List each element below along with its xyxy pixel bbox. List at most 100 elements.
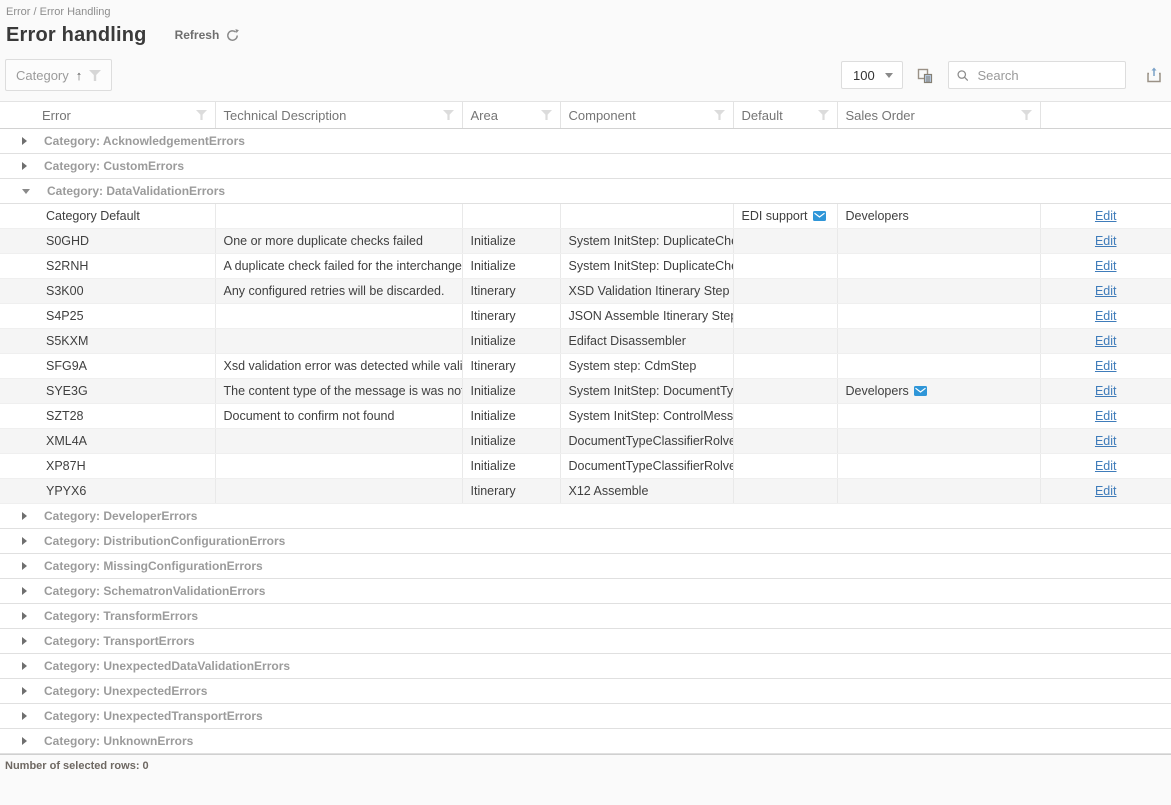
area-cell-text: Itinerary bbox=[471, 309, 516, 323]
sales-order-cell: Developers bbox=[837, 379, 1040, 404]
edit-link[interactable]: Edit bbox=[1095, 234, 1117, 248]
column-chooser-button[interactable] bbox=[914, 64, 937, 87]
sales-order-cell: Developers bbox=[837, 204, 1040, 229]
error-row[interactable]: YPYX6ItineraryX12 AssembleEdit bbox=[0, 479, 1171, 504]
edit-link[interactable]: Edit bbox=[1095, 384, 1117, 398]
column-header-area[interactable]: Area bbox=[462, 102, 560, 129]
error-row[interactable]: SFG9AXsd validation error was detected w… bbox=[0, 354, 1171, 379]
edit-link[interactable]: Edit bbox=[1095, 284, 1117, 298]
error-row[interactable]: SZT28Document to confirm not foundInitia… bbox=[0, 404, 1171, 429]
edit-link[interactable]: Edit bbox=[1095, 259, 1117, 273]
edit-cell: Edit bbox=[1040, 379, 1171, 404]
category-group-row[interactable]: Category: UnknownErrors bbox=[0, 729, 1171, 754]
filter-icon[interactable] bbox=[196, 110, 207, 120]
expand-arrow-icon[interactable] bbox=[22, 587, 27, 595]
error-row[interactable]: XP87HInitializeDocumentTypeClassifierRol… bbox=[0, 454, 1171, 479]
expand-arrow-icon[interactable] bbox=[22, 137, 27, 145]
sales-order-cell bbox=[837, 354, 1040, 379]
expand-arrow-icon[interactable] bbox=[22, 637, 27, 645]
edit-link[interactable]: Edit bbox=[1095, 484, 1117, 498]
filter-icon[interactable] bbox=[1021, 110, 1032, 120]
component-cell-text: System InitStep: DocumentTypeC... bbox=[569, 384, 734, 398]
area-cell-text: Initialize bbox=[471, 259, 516, 273]
filter-icon[interactable] bbox=[541, 110, 552, 120]
category-group-row[interactable]: Category: DataValidationErrors bbox=[0, 179, 1171, 204]
sales-order-cell bbox=[837, 229, 1040, 254]
category-group-row[interactable]: Category: TransportErrors bbox=[0, 629, 1171, 654]
column-header-technical-description[interactable]: Technical Description bbox=[215, 102, 462, 129]
expand-arrow-icon[interactable] bbox=[22, 612, 27, 620]
search-input[interactable] bbox=[975, 67, 1117, 84]
category-group-row[interactable]: Category: UnexpectedDataValidationErrors bbox=[0, 654, 1171, 679]
category-group-label: Category: UnexpectedErrors bbox=[44, 684, 207, 698]
collapse-arrow-icon[interactable] bbox=[22, 189, 30, 194]
error-row[interactable]: SYE3GThe content type of the message is … bbox=[0, 379, 1171, 404]
search-box[interactable] bbox=[948, 61, 1126, 89]
error-row[interactable]: XML4AInitializeDocumentTypeClassifierRol… bbox=[0, 429, 1171, 454]
filter-icon[interactable] bbox=[89, 70, 101, 81]
export-button[interactable] bbox=[1143, 64, 1165, 86]
edit-link[interactable]: Edit bbox=[1095, 334, 1117, 348]
edit-link[interactable]: Edit bbox=[1095, 409, 1117, 423]
filter-icon[interactable] bbox=[714, 110, 725, 120]
category-group-row[interactable]: Category: DistributionConfigurationError… bbox=[0, 529, 1171, 554]
mail-icon[interactable] bbox=[813, 211, 826, 221]
component-cell-text: System InitStep: DuplicateCheckS... bbox=[569, 259, 734, 273]
category-group-row[interactable]: Category: CustomErrors bbox=[0, 154, 1171, 179]
category-group-row[interactable]: Category: AcknowledgementErrors bbox=[0, 129, 1171, 154]
component-cell-text: System step: CdmStep bbox=[569, 359, 697, 373]
category-group-label: Category: UnexpectedDataValidationErrors bbox=[44, 659, 290, 673]
category-group-row[interactable]: Category: UnexpectedTransportErrors bbox=[0, 704, 1171, 729]
category-group-row[interactable]: Category: DeveloperErrors bbox=[0, 504, 1171, 529]
category-group-row[interactable]: Category: SchematronValidationErrors bbox=[0, 579, 1171, 604]
expand-arrow-icon[interactable] bbox=[22, 537, 27, 545]
expand-arrow-icon[interactable] bbox=[22, 562, 27, 570]
filter-icon[interactable] bbox=[443, 110, 454, 120]
page-size-select[interactable]: 100 bbox=[841, 61, 903, 89]
expand-arrow-icon[interactable] bbox=[22, 737, 27, 745]
column-header-component[interactable]: Component bbox=[560, 102, 733, 129]
group-by-category-chip[interactable]: Category ↑ bbox=[5, 59, 112, 91]
column-header-error[interactable]: Error bbox=[0, 102, 215, 129]
edit-link[interactable]: Edit bbox=[1095, 309, 1117, 323]
expand-arrow-icon[interactable] bbox=[22, 662, 27, 670]
filter-icon[interactable] bbox=[818, 110, 829, 120]
category-group-label: Category: TransportErrors bbox=[44, 634, 195, 648]
technical-description-cell: One or more duplicate checks failed bbox=[215, 229, 462, 254]
mail-icon[interactable] bbox=[914, 386, 927, 396]
error-row[interactable]: S0GHDOne or more duplicate checks failed… bbox=[0, 229, 1171, 254]
error-row[interactable]: Category DefaultEDI supportDevelopersEdi… bbox=[0, 204, 1171, 229]
edit-link[interactable]: Edit bbox=[1095, 359, 1117, 373]
error-row[interactable]: S4P25ItineraryJSON Assemble Itinerary St… bbox=[0, 304, 1171, 329]
error-handling-grid: ErrorTechnical DescriptionAreaComponentD… bbox=[0, 101, 1171, 754]
area-cell: Initialize bbox=[462, 329, 560, 354]
category-group-label: Category: SchematronValidationErrors bbox=[44, 584, 265, 598]
area-cell: Itinerary bbox=[462, 479, 560, 504]
column-header-sales-order[interactable]: Sales Order bbox=[837, 102, 1040, 129]
breadcrumb[interactable]: Error / Error Handling bbox=[0, 0, 1171, 19]
area-cell-text: Initialize bbox=[471, 384, 516, 398]
error-row[interactable]: S3K00Any configured retries will be disc… bbox=[0, 279, 1171, 304]
expand-arrow-icon[interactable] bbox=[22, 162, 27, 170]
area-cell-text: Initialize bbox=[471, 434, 516, 448]
default-cell bbox=[733, 229, 837, 254]
sales-order-cell bbox=[837, 254, 1040, 279]
error-row[interactable]: S5KXMInitializeEdifact DisassemblerEdit bbox=[0, 329, 1171, 354]
column-header-default[interactable]: Default bbox=[733, 102, 837, 129]
expand-arrow-icon[interactable] bbox=[22, 512, 27, 520]
area-cell-text: Initialize bbox=[471, 459, 516, 473]
sales-order-cell bbox=[837, 454, 1040, 479]
edit-link[interactable]: Edit bbox=[1095, 459, 1117, 473]
expand-arrow-icon[interactable] bbox=[22, 712, 27, 720]
sort-ascending-icon[interactable]: ↑ bbox=[76, 68, 83, 83]
category-group-row[interactable]: Category: TransformErrors bbox=[0, 604, 1171, 629]
column-header-actions[interactable] bbox=[1040, 102, 1171, 129]
expand-arrow-icon[interactable] bbox=[22, 687, 27, 695]
edit-link[interactable]: Edit bbox=[1095, 209, 1117, 223]
refresh-button[interactable]: Refresh bbox=[175, 28, 241, 43]
category-group-row[interactable]: Category: MissingConfigurationErrors bbox=[0, 554, 1171, 579]
error-row[interactable]: S2RNHA duplicate check failed for the in… bbox=[0, 254, 1171, 279]
edit-link[interactable]: Edit bbox=[1095, 434, 1117, 448]
category-group-row[interactable]: Category: UnexpectedErrors bbox=[0, 679, 1171, 704]
error-cell-text: S2RNH bbox=[46, 259, 88, 273]
